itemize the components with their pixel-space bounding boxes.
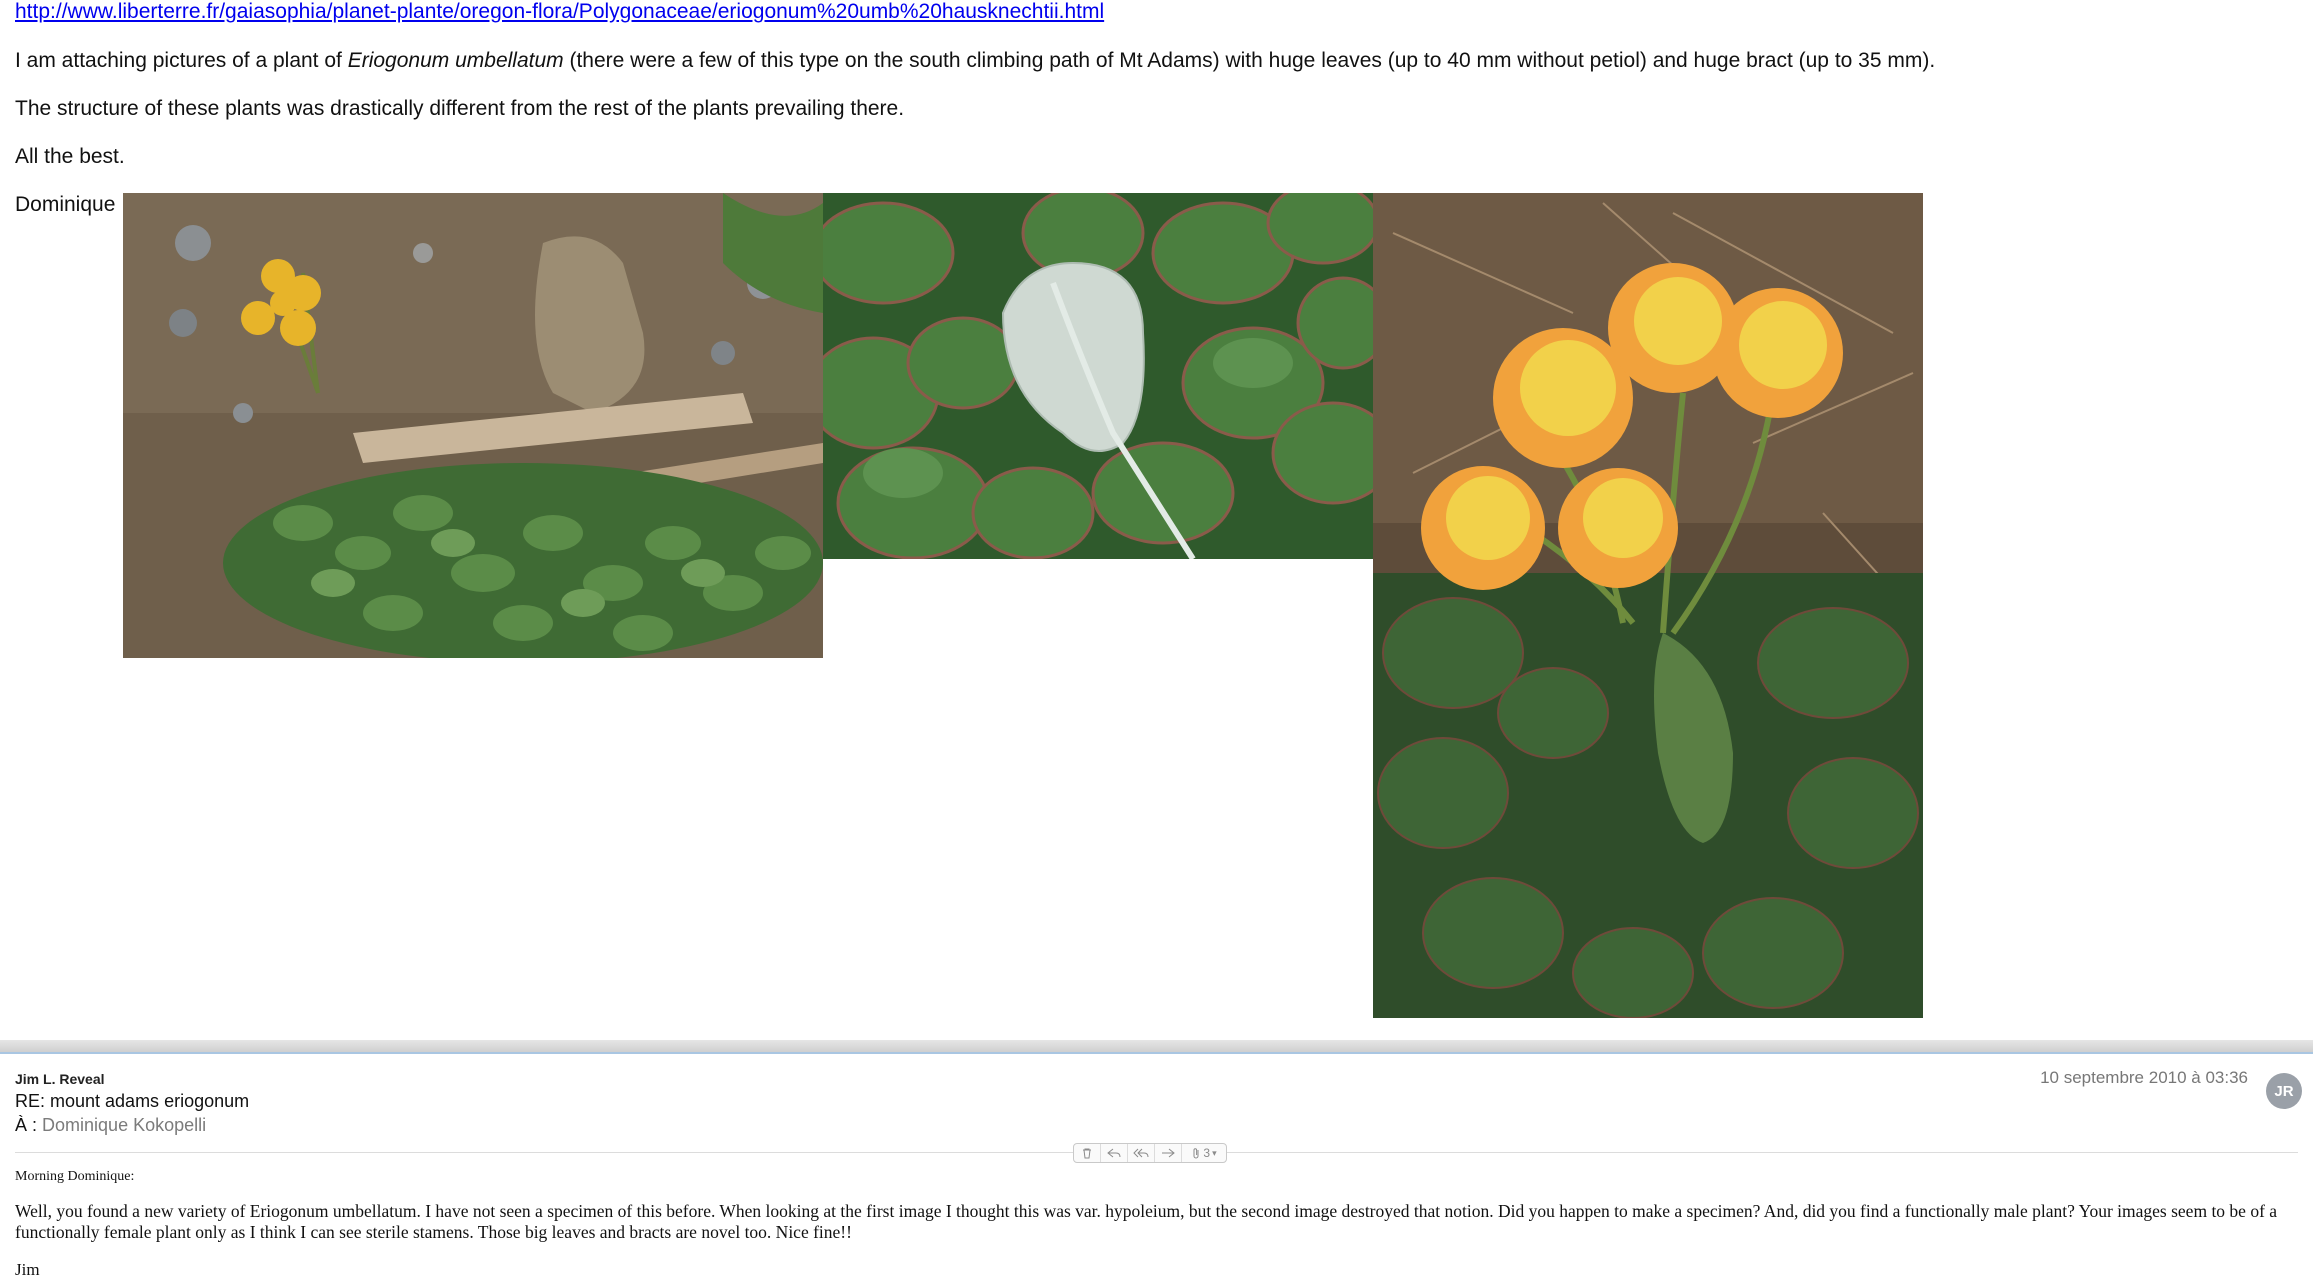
trash-icon [1083, 1148, 1091, 1159]
reply-body: Well, you found a new variety of Eriogon… [15, 1201, 2278, 1242]
paragraph-1: I am attaching pictures of a plant of Er… [15, 49, 1935, 73]
reply-all-icon [1133, 1148, 1149, 1158]
p1-text-before: I am attaching pictures of a plant of [15, 49, 348, 72]
signature-dominique: Dominique [15, 193, 116, 216]
reply-recipient: À : Dominique Kokopelli [15, 1115, 206, 1136]
reply-button[interactable] [1101, 1144, 1128, 1162]
to-label: À : [15, 1115, 38, 1135]
reply-greeting: Morning Dominique: [15, 1169, 135, 1184]
attachment-photo-flowers[interactable] [1373, 193, 1923, 1018]
reply-subject: RE: mount adams eriogonum [15, 1091, 250, 1111]
paragraph-2: The structure of these plants was drasti… [15, 97, 905, 120]
reply-signoff: Jim [15, 1260, 40, 1279]
attachment-photo-leaf[interactable] [823, 193, 1373, 559]
attachments-count: 3 [1203, 1146, 1211, 1160]
attachment-photo-habitat[interactable] [123, 193, 823, 658]
reply-all-button[interactable] [1128, 1144, 1155, 1162]
forward-button[interactable] [1155, 1144, 1182, 1162]
habitat-image [123, 193, 823, 658]
trash-button[interactable] [1074, 1144, 1101, 1162]
flowers-image [1373, 193, 1923, 1018]
chevron-down-icon: ▾ [1212, 1147, 1217, 1158]
species-name: Eriogonum umbellatum [347, 49, 564, 72]
leaf-image [823, 193, 1373, 559]
source-link-line: http://www.liberterre.fr/gaiasophia/plan… [15, 0, 1104, 24]
attachments-button[interactable]: 3 ▾ [1182, 1144, 1226, 1162]
reply-date: 10 septembre 2010 à 03:36 [2040, 1068, 2248, 1087]
recipient-name[interactable]: Dominique Kokopelli [42, 1115, 206, 1135]
paragraph-3: All the best. [15, 145, 125, 168]
paperclip-icon [1193, 1148, 1199, 1159]
message-toolbar: 3 ▾ [1073, 1143, 1227, 1163]
avatar[interactable]: JR [2266, 1073, 2302, 1109]
source-link[interactable]: http://www.liberterre.fr/gaiasophia/plan… [15, 0, 1104, 23]
forward-icon [1162, 1148, 1175, 1158]
message-divider [0, 1040, 2313, 1054]
reply-icon [1107, 1148, 1121, 1158]
reply-sender: Jim L. Reveal [15, 1071, 105, 1087]
p1-text-after: (there were a few of this type on the so… [563, 49, 1936, 72]
